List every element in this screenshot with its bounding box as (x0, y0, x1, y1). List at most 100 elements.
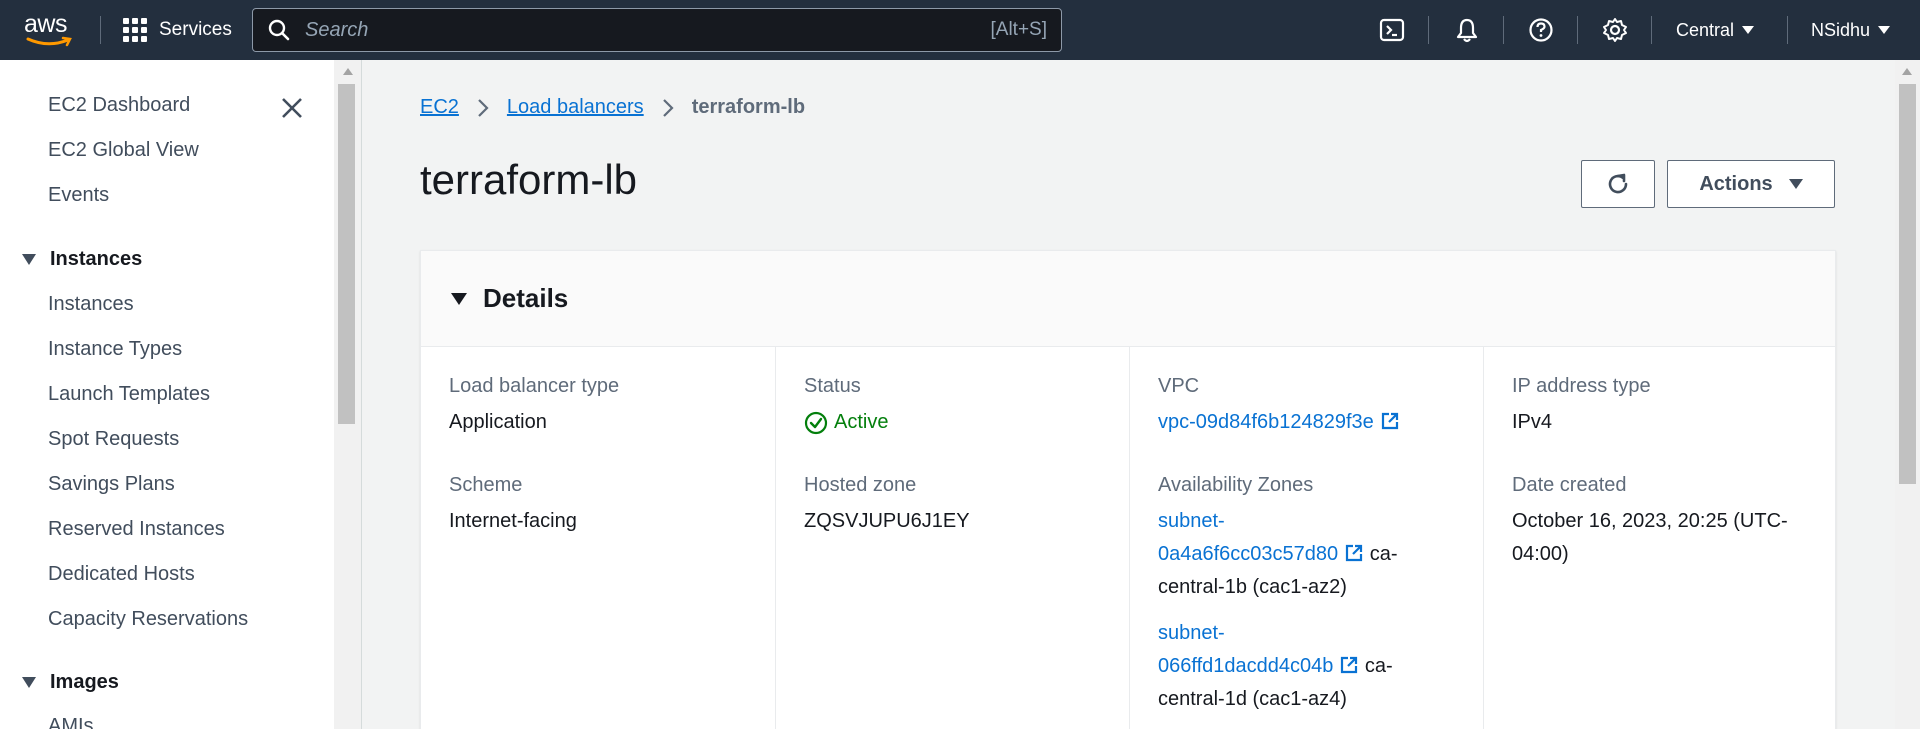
caret-down-icon (22, 677, 36, 688)
user-label: NSidhu (1811, 19, 1871, 40)
details-panel: Details Load balancer type Application S… (420, 250, 1836, 729)
bell-icon (1456, 18, 1478, 43)
details-heading: Details (483, 283, 569, 313)
external-link-icon[interactable] (1380, 411, 1400, 431)
nav-divider (100, 16, 101, 44)
scroll-up-icon[interactable] (1902, 68, 1912, 75)
help-button[interactable] (1525, 14, 1557, 46)
services-label: Services (159, 19, 232, 40)
sidebar-section-instances[interactable]: Instances (22, 248, 142, 271)
sidebar: EC2 Dashboard EC2 Global View Events Ins… (0, 60, 334, 729)
search-input[interactable]: Search [Alt+S] (252, 8, 1062, 52)
hosted-zone-label: Hosted zone (804, 474, 917, 496)
sidebar-item-spot-requests[interactable]: Spot Requests (48, 428, 179, 451)
page-title: terraform-lb (420, 156, 638, 203)
notifications-button[interactable] (1451, 14, 1483, 46)
sidebar-item-capacity-reservations[interactable]: Capacity Reservations (48, 608, 248, 631)
scrollbar-thumb[interactable] (1899, 84, 1916, 484)
sidebar-section-images[interactable]: Images (22, 671, 119, 694)
date-created-value: October 16, 2023, 20:25 (UTC- 04:00) (1512, 505, 1832, 571)
region-label: Central (1676, 19, 1735, 40)
sidebar-item-instance-types[interactable]: Instance Types (48, 338, 182, 361)
section-label: Instances (50, 248, 143, 270)
scheme-value: Internet-facing (449, 510, 577, 532)
vpc-label: VPC (1158, 375, 1200, 397)
nav-divider (1428, 16, 1429, 44)
details-column: Load balancer type Application Scheme In… (421, 347, 775, 729)
external-link-icon[interactable] (1339, 655, 1359, 675)
sidebar-scrollbar[interactable] (334, 60, 362, 729)
zone-text: ca- (1369, 543, 1398, 565)
nav-divider (1577, 16, 1578, 44)
cloudshell-button[interactable] (1376, 14, 1408, 46)
breadcrumb-load-balancers[interactable]: Load balancers (507, 96, 644, 119)
details-header[interactable]: Details (421, 251, 1835, 347)
help-icon (1529, 18, 1553, 42)
sidebar-item-ec2-dashboard[interactable]: EC2 Dashboard (48, 94, 190, 117)
ip-type-label: IP address type (1512, 375, 1651, 397)
main-scrollbar[interactable] (1895, 60, 1920, 729)
chevron-right-icon (478, 98, 489, 117)
az-entry: subnet- 066ffd1dacdd4c04b ca- central-1d… (1158, 617, 1458, 716)
details-column: Status Active Hosted zone ZQSVJUPU6J1EY (775, 347, 1129, 729)
settings-button[interactable] (1599, 14, 1631, 46)
refresh-button[interactable] (1581, 160, 1655, 208)
aws-smile-icon (26, 36, 72, 47)
caret-down-icon (22, 254, 36, 265)
date-line: October 16, 2023, 20:25 (UTC- (1512, 510, 1788, 532)
subnet-link[interactable]: subnet- (1158, 622, 1225, 644)
lb-type-label: Load balancer type (449, 375, 620, 397)
chevron-right-icon (662, 98, 674, 117)
aws-logo[interactable]: aws (24, 10, 76, 50)
refresh-icon (1608, 173, 1628, 194)
nav-divider (1651, 16, 1652, 44)
az-label: Availability Zones (1158, 474, 1314, 496)
actions-button[interactable]: Actions (1667, 160, 1835, 208)
close-icon[interactable] (280, 96, 304, 120)
subnet-link[interactable]: subnet- (1158, 510, 1225, 532)
zone-text: central-1b (cac1-az2) (1158, 576, 1347, 598)
cloudshell-icon (1379, 18, 1405, 42)
subnet-link[interactable]: 0a4a6f6cc03c57d80 (1158, 543, 1338, 565)
subnet-link[interactable]: 066ffd1dacdd4c04b (1158, 655, 1333, 677)
zone-text: ca- (1364, 655, 1393, 677)
search-icon (268, 19, 290, 41)
status-label: Status (804, 375, 861, 397)
scrollbar-thumb[interactable] (338, 84, 355, 424)
sidebar-item-reserved-instances[interactable]: Reserved Instances (48, 518, 225, 541)
breadcrumb-ec2[interactable]: EC2 (420, 96, 459, 119)
aws-logo-text: aws (24, 10, 67, 38)
vpc-value: vpc-09d84f6b124829f3e (1158, 406, 1400, 439)
services-menu-button[interactable]: Services (123, 0, 232, 60)
region-selector[interactable]: Central (1676, 0, 1755, 60)
sidebar-item-savings-plans[interactable]: Savings Plans (48, 473, 175, 496)
nav-divider (1503, 16, 1504, 44)
scheme-label: Scheme (449, 474, 523, 496)
caret-down-icon (1878, 26, 1891, 34)
section-label: Images (50, 671, 119, 693)
status-value: Active (804, 406, 888, 439)
sidebar-item-launch-templates[interactable]: Launch Templates (48, 383, 210, 406)
sidebar-item-instances[interactable]: Instances (48, 293, 134, 316)
search-placeholder: Search (305, 18, 369, 41)
user-menu[interactable]: NSidhu (1811, 0, 1891, 60)
sidebar-item-events[interactable]: Events (48, 184, 109, 207)
sidebar-item-amis[interactable]: AMIs (48, 715, 94, 729)
status-text: Active (834, 411, 889, 433)
breadcrumb-current: terraform-lb (691, 96, 806, 118)
lb-type-value: Application (449, 411, 547, 433)
actions-label: Actions (1699, 172, 1773, 195)
sidebar-item-dedicated-hosts[interactable]: Dedicated Hosts (48, 563, 195, 586)
grid-icon (123, 18, 147, 42)
sidebar-item-ec2-global-view[interactable]: EC2 Global View (48, 139, 199, 162)
breadcrumb: EC2 Load balancers terraform-lb (420, 96, 805, 119)
main-content: EC2 Load balancers terraform-lb terrafor… (362, 60, 1895, 729)
scroll-up-icon[interactable] (343, 68, 353, 75)
check-circle-icon (804, 411, 828, 434)
details-column: IP address type IPv4 Date created Octobe… (1483, 347, 1837, 729)
caret-down-icon (451, 292, 467, 305)
search-shortcut: [Alt+S] (990, 19, 1048, 40)
vpc-link[interactable]: vpc-09d84f6b124829f3e (1158, 411, 1374, 433)
hosted-zone-value: ZQSVJUPU6J1EY (804, 510, 970, 532)
external-link-icon[interactable] (1344, 543, 1364, 563)
